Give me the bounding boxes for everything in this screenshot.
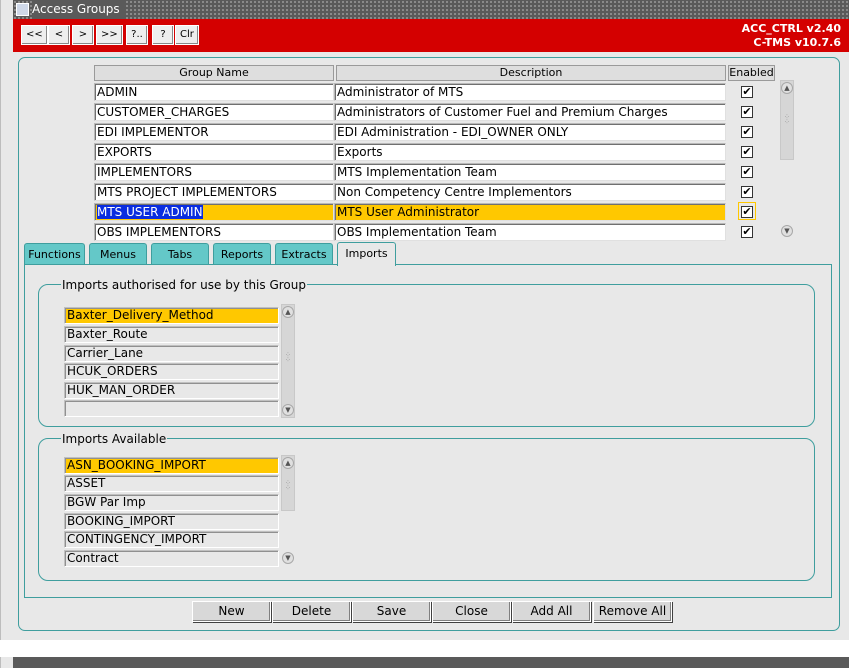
scroll-up-icon[interactable]: ▲ xyxy=(282,457,294,469)
left-edge xyxy=(0,0,1,668)
scroll-grip-icon[interactable]: ⁘ ⁘ xyxy=(285,480,291,495)
description-cell[interactable]: MTS User Administrator xyxy=(334,203,726,221)
list-item[interactable]: BGW Par Imp xyxy=(64,494,279,511)
scroll-grip-icon[interactable]: ⁘ ⁘ xyxy=(285,352,291,367)
list-item[interactable]: ASN_BOOKING_IMPORT xyxy=(64,457,279,474)
list-item[interactable]: CONTINGENCY_IMPORT xyxy=(64,531,279,548)
query-execute-button[interactable]: ? xyxy=(152,25,174,45)
group-name-highlighted: MTS USER ADMIN xyxy=(97,205,203,219)
tab-reports[interactable]: Reports xyxy=(213,243,271,265)
add-all-button[interactable]: Add All xyxy=(512,601,591,622)
last-record-button[interactable]: >> xyxy=(96,25,123,45)
close-button[interactable]: Close xyxy=(432,601,511,622)
description-cell[interactable]: Administrators of Customer Fuel and Prem… xyxy=(334,103,726,121)
query-enter-button[interactable]: ?.. xyxy=(126,25,148,45)
group-name-cell[interactable]: ADMIN xyxy=(94,83,334,101)
description-cell[interactable]: Non Competency Centre Implementors xyxy=(334,183,726,201)
product-version: C-TMS v10.7.6 xyxy=(753,36,841,49)
group-name-cell[interactable]: CUSTOMER_CHARGES xyxy=(94,103,334,121)
module-version: ACC_CTRL v2.40 xyxy=(741,22,841,35)
save-button[interactable]: Save xyxy=(352,601,431,622)
next-record-button[interactable]: > xyxy=(72,25,94,45)
scroll-up-icon[interactable]: ▲ xyxy=(781,82,793,94)
tab-menus[interactable]: Menus xyxy=(89,243,147,265)
enabled-checkbox[interactable]: ✔ xyxy=(741,126,753,138)
enabled-checkbox[interactable]: ✔ xyxy=(741,206,753,218)
enabled-checkbox[interactable]: ✔ xyxy=(741,146,753,158)
scroll-down-icon[interactable]: ▼ xyxy=(781,225,793,237)
group-name-cell[interactable]: EXPORTS xyxy=(94,143,334,161)
list-item[interactable] xyxy=(64,400,279,417)
scroll-down-icon[interactable]: ▼ xyxy=(282,552,294,564)
clear-button[interactable]: Clr xyxy=(175,25,199,45)
enabled-checkbox[interactable]: ✔ xyxy=(741,186,753,198)
window-icon xyxy=(16,3,29,16)
window-titlebar: Access Groups xyxy=(13,0,849,19)
enabled-checkbox[interactable]: ✔ xyxy=(741,166,753,178)
col-header-description[interactable]: Description xyxy=(336,65,726,81)
second-window-titlebar xyxy=(13,657,849,668)
first-record-button[interactable]: << xyxy=(21,25,48,45)
status-gap xyxy=(0,640,849,657)
description-cell[interactable]: Exports xyxy=(334,143,726,161)
authorised-imports-legend: Imports authorised for use by this Group xyxy=(61,278,307,292)
scroll-up-icon[interactable]: ▲ xyxy=(282,306,294,318)
col-header-enabled[interactable]: Enabled xyxy=(728,65,775,81)
tab-tabs[interactable]: Tabs xyxy=(151,243,209,265)
new-button[interactable]: New xyxy=(192,601,271,622)
col-header-group-name[interactable]: Group Name xyxy=(94,65,334,81)
tab-extracts[interactable]: Extracts xyxy=(275,243,333,265)
list-item[interactable]: HUK_MAN_ORDER xyxy=(64,382,279,399)
list-item[interactable]: HCUK_ORDERS xyxy=(64,363,279,380)
delete-button[interactable]: Delete xyxy=(272,601,351,622)
list-item[interactable]: ASSET xyxy=(64,475,279,492)
tab-imports[interactable]: Imports xyxy=(337,242,396,266)
list-item[interactable]: BOOKING_IMPORT xyxy=(64,513,279,530)
enabled-checkbox[interactable]: ✔ xyxy=(741,226,753,238)
enabled-checkbox[interactable]: ✔ xyxy=(741,86,753,98)
tab-functions[interactable]: Functions xyxy=(24,243,85,265)
toolbar: << < > >> ?.. ? Clr ACC_CTRL v2.40 C-TMS… xyxy=(13,19,849,52)
group-name-cell[interactable]: IMPLEMENTORS xyxy=(94,163,334,181)
scroll-down-icon[interactable]: ▼ xyxy=(282,404,294,416)
version-info: ACC_CTRL v2.40 C-TMS v10.7.6 xyxy=(742,22,841,50)
list-item[interactable]: Baxter_Delivery_Method xyxy=(64,307,279,324)
description-cell[interactable]: EDI Administration - EDI_OWNER ONLY xyxy=(334,123,726,141)
description-cell[interactable]: MTS Implementation Team xyxy=(334,163,726,181)
group-name-cell[interactable]: MTS PROJECT IMPLEMENTORS xyxy=(94,183,334,201)
remove-all-button[interactable]: Remove All xyxy=(593,601,672,622)
scroll-grip-icon[interactable]: ⁘ ⁘ xyxy=(784,114,790,129)
list-item[interactable]: Baxter_Route xyxy=(64,326,279,343)
groups-scrollbar[interactable]: ▲ ⁘ ⁘ xyxy=(780,80,794,160)
list-item[interactable]: Carrier_Lane xyxy=(64,345,279,362)
available-scrollbar[interactable]: ▲ ⁘ ⁘ xyxy=(281,455,295,511)
group-name-cell[interactable]: MTS USER ADMIN xyxy=(94,203,334,221)
description-cell[interactable]: OBS Implementation Team xyxy=(334,223,726,241)
list-item[interactable]: Contract xyxy=(64,550,279,567)
group-name-cell[interactable]: EDI IMPLEMENTOR xyxy=(94,123,334,141)
authorised-scrollbar[interactable]: ▲ ⁘ ⁘ ▼ xyxy=(281,304,295,418)
window-title: Access Groups xyxy=(32,0,124,19)
group-name-cell[interactable]: OBS IMPLEMENTORS xyxy=(94,223,334,241)
available-imports-legend: Imports Available xyxy=(61,432,168,446)
description-cell[interactable]: Administrator of MTS xyxy=(334,83,726,101)
enabled-checkbox[interactable]: ✔ xyxy=(741,106,753,118)
previous-record-button[interactable]: < xyxy=(48,25,70,45)
